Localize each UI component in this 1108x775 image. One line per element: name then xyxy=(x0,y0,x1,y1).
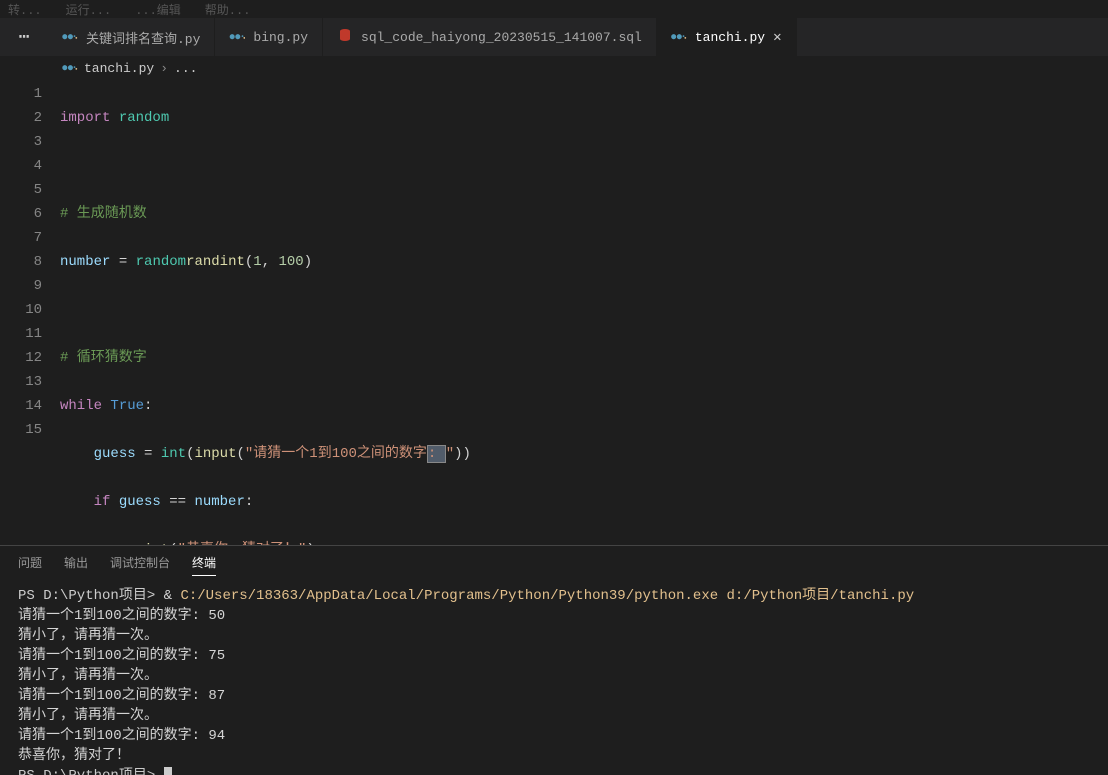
line-number: 10 xyxy=(0,298,42,322)
editor-tab[interactable]: sql_code_haiyong_20230515_141007.sql xyxy=(323,18,657,56)
database-icon xyxy=(337,27,353,47)
menubar: 转... 运行... ...编辑 帮助... xyxy=(0,0,1108,18)
line-gutter: 123456789101112131415 xyxy=(0,80,60,545)
line-number: 1 xyxy=(0,82,42,106)
editor[interactable]: 123456789101112131415 import random # 生成… xyxy=(0,80,1108,545)
python-icon xyxy=(229,29,245,45)
line-number: 2 xyxy=(0,106,42,130)
editor-tabs: ⋯ 关键词排名查询.py bing.py sql_code_haiyong_2023… xyxy=(0,18,1108,56)
line-number: 8 xyxy=(0,250,42,274)
tab-label: sql_code_haiyong_20230515_141007.sql xyxy=(361,30,642,45)
breadcrumb-file[interactable]: tanchi.py xyxy=(84,61,154,76)
python-icon xyxy=(671,29,687,45)
line-number: 4 xyxy=(0,154,42,178)
editor-tab[interactable]: bing.py xyxy=(215,18,323,56)
terminal-line: 请猜一个1到100之间的数字: 50 xyxy=(18,606,1090,626)
menu-item[interactable]: 转... 运行... ...编辑 帮助... xyxy=(8,1,250,18)
terminal-line: 猜小了，请再猜一次。 xyxy=(18,666,1090,686)
terminal-line: PS D:\Python项目> xyxy=(18,766,1090,775)
tab-label: 关键词排名查询.py xyxy=(86,28,200,47)
editor-tab[interactable]: 关键词排名查询.py xyxy=(48,18,215,56)
terminal-line: PS D:\Python项目> & C:/Users/18363/AppData… xyxy=(18,586,1090,606)
close-icon[interactable]: ✕ xyxy=(773,29,781,46)
panel-tab[interactable]: 终端 xyxy=(192,554,216,576)
python-icon xyxy=(62,29,78,45)
code-area[interactable]: import random # 生成随机数 number = randomran… xyxy=(60,80,1108,545)
terminal-line: 猜小了，请再猜一次。 xyxy=(18,706,1090,726)
panel-tabs: 问题输出调试控制台终端 xyxy=(0,546,1108,582)
tab-label: bing.py xyxy=(253,30,308,45)
panel-tab[interactable]: 输出 xyxy=(64,554,88,576)
chevron-right-icon: › xyxy=(160,61,168,76)
panel-tab[interactable]: 问题 xyxy=(18,554,42,576)
cursor xyxy=(164,767,172,775)
tab-label: tanchi.py xyxy=(695,30,765,45)
panel-tab[interactable]: 调试控制台 xyxy=(110,554,170,576)
bottom-panel: 问题输出调试控制台终端 PS D:\Python项目> & C:/Users/1… xyxy=(0,545,1108,775)
terminal-line: 请猜一个1到100之间的数字: 87 xyxy=(18,686,1090,706)
overflow-icon[interactable]: ⋯ xyxy=(0,18,48,56)
breadcrumb-rest[interactable]: ... xyxy=(174,61,197,76)
line-number: 6 xyxy=(0,202,42,226)
line-number: 5 xyxy=(0,178,42,202)
line-number: 7 xyxy=(0,226,42,250)
terminal-line: 请猜一个1到100之间的数字: 94 xyxy=(18,726,1090,746)
line-number: 9 xyxy=(0,274,42,298)
line-number: 11 xyxy=(0,322,42,346)
line-number: 13 xyxy=(0,370,42,394)
terminal-line: 请猜一个1到100之间的数字: 75 xyxy=(18,646,1090,666)
terminal-line: 恭喜你，猜对了！ xyxy=(18,746,1090,766)
editor-tab[interactable]: tanchi.py ✕ xyxy=(657,18,797,56)
line-number: 15 xyxy=(0,418,42,442)
line-number: 3 xyxy=(0,130,42,154)
line-number: 14 xyxy=(0,394,42,418)
breadcrumb[interactable]: tanchi.py › ... xyxy=(0,56,1108,80)
python-icon xyxy=(62,60,78,76)
terminal-line: 猜小了，请再猜一次。 xyxy=(18,626,1090,646)
terminal[interactable]: PS D:\Python项目> & C:/Users/18363/AppData… xyxy=(0,582,1108,775)
line-number: 12 xyxy=(0,346,42,370)
